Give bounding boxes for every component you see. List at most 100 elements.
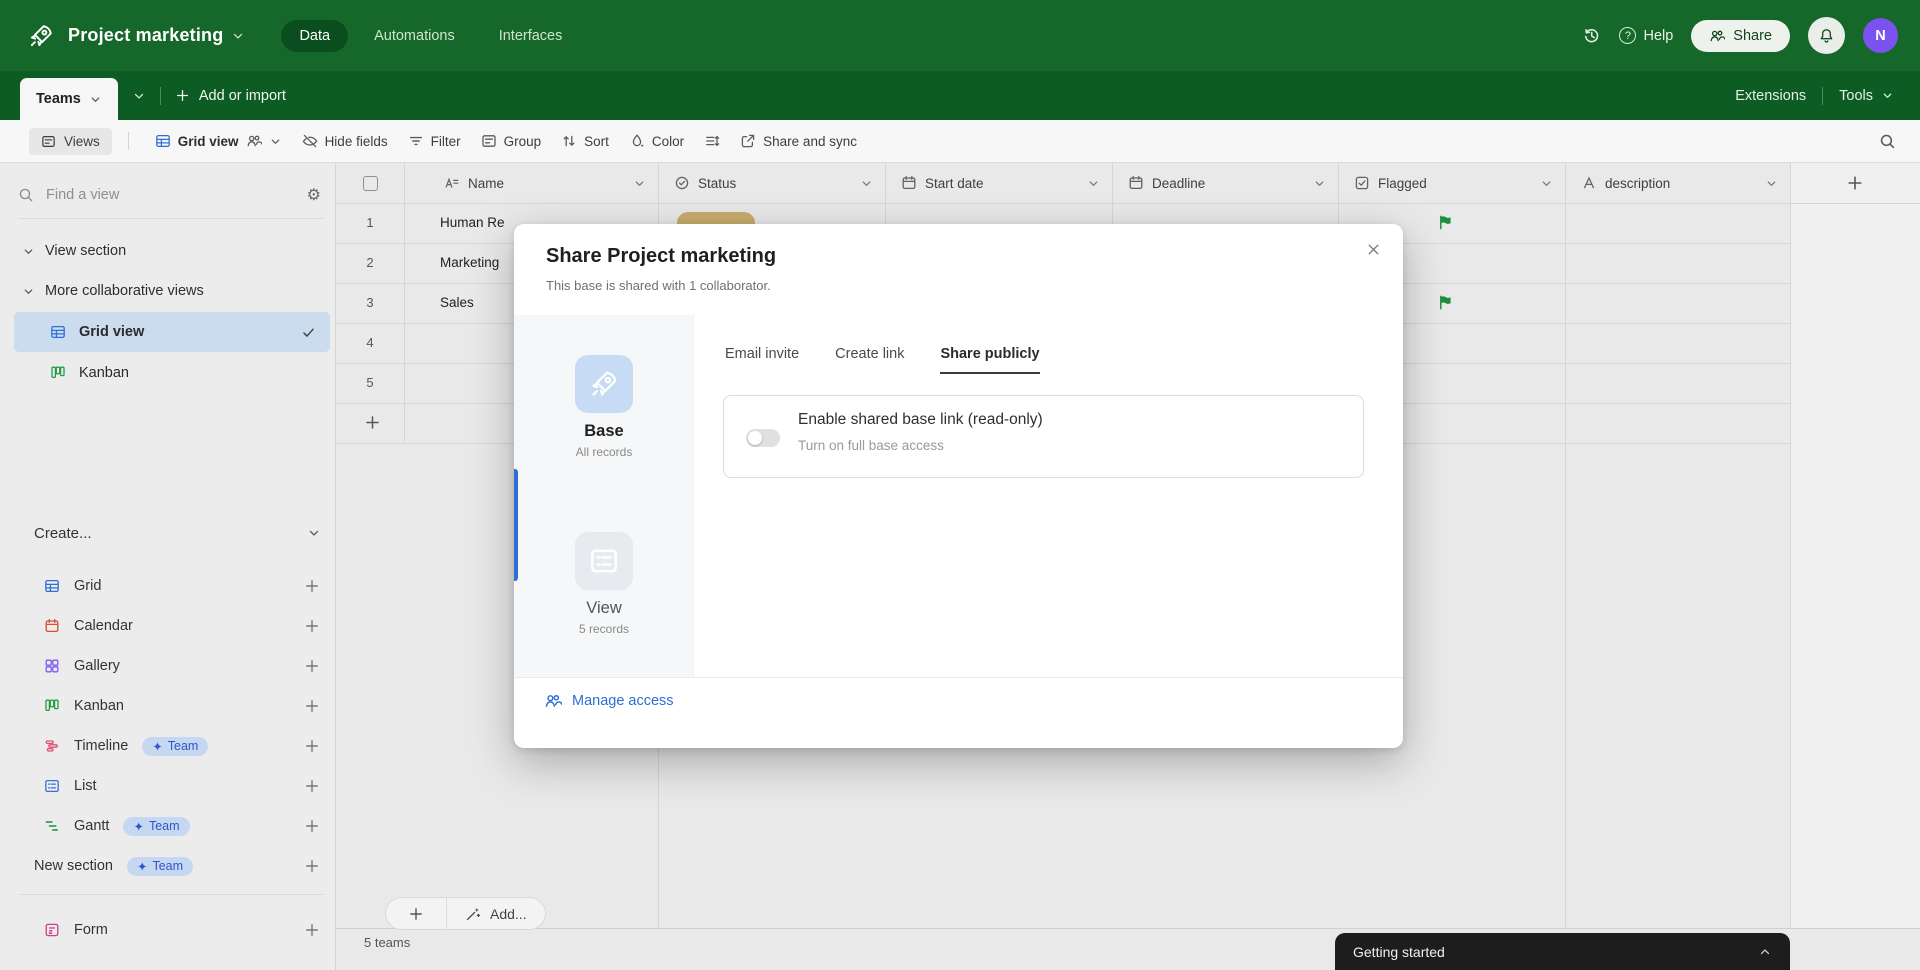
divider [1822, 87, 1823, 105]
chevron-down-icon[interactable] [1765, 177, 1778, 190]
flag-icon-row3[interactable] [1437, 294, 1454, 311]
app-logo-rocket-icon[interactable] [28, 23, 54, 49]
select-all-header[interactable] [336, 163, 404, 203]
date-field-icon [1128, 175, 1144, 191]
views-button[interactable]: Views [29, 128, 112, 155]
cell-name-row2[interactable]: Marketing [440, 243, 499, 283]
column-header-start-date[interactable]: Start date [885, 163, 1112, 203]
tab-data[interactable]: Data [281, 20, 348, 52]
chevron-down-icon[interactable] [1313, 177, 1326, 190]
menu-icon [41, 134, 56, 149]
create-calendar[interactable]: Calendar [14, 606, 330, 646]
column-header-flagged[interactable]: Flagged [1338, 163, 1565, 203]
create-kanban[interactable]: Kanban [14, 686, 330, 726]
user-avatar[interactable]: N [1863, 18, 1898, 53]
create-gantt[interactable]: Gantt ✦Team [14, 806, 330, 846]
search-icon[interactable] [1879, 133, 1896, 150]
sort-button[interactable]: Sort [551, 127, 619, 155]
tab-create-link[interactable]: Create link [835, 346, 904, 374]
sidebar-item-kanban-view[interactable]: Kanban [14, 353, 330, 393]
flag-icon-row1[interactable] [1437, 214, 1454, 231]
date-field-icon [901, 175, 917, 191]
getting-started-bar[interactable]: Getting started [1335, 933, 1790, 970]
section-more-collaborative-views[interactable]: More collaborative views [22, 277, 204, 305]
team-badge: ✦Team [142, 737, 208, 756]
hide-fields-button[interactable]: Hide fields [292, 127, 398, 155]
cell-name-row3[interactable]: Sales [440, 283, 474, 323]
color-button[interactable]: Color [619, 127, 694, 155]
chevron-down-icon[interactable] [1540, 177, 1553, 190]
close-icon[interactable] [1366, 242, 1381, 257]
add-column-button[interactable] [1790, 163, 1920, 203]
scope-view[interactable]: View 5 records [514, 532, 694, 636]
create-section-header[interactable]: Create... [34, 519, 321, 547]
help-button[interactable]: ? Help [1619, 27, 1673, 44]
add-record-more-button[interactable]: Add... [447, 906, 545, 922]
create-gallery[interactable]: Gallery [14, 646, 330, 686]
row-number[interactable]: 2 [336, 243, 404, 283]
add-row-button[interactable] [364, 414, 381, 431]
share-button[interactable]: Share [1691, 20, 1790, 52]
chevron-down-icon[interactable] [860, 177, 873, 190]
chevron-down-icon[interactable] [1087, 177, 1100, 190]
column-header-name[interactable]: Name [404, 163, 658, 203]
row-number[interactable]: 4 [336, 323, 404, 363]
row-number[interactable]: 1 [336, 203, 404, 243]
column-header-status[interactable]: Status [658, 163, 885, 203]
tab-automations[interactable]: Automations [356, 20, 473, 52]
sidebar-item-grid-view[interactable]: Grid view [14, 312, 330, 352]
current-view-button[interactable]: Grid view [145, 127, 292, 155]
scope-base[interactable]: Base All records [514, 355, 694, 459]
section-view-section[interactable]: View section [22, 237, 126, 265]
find-a-view[interactable]: Find a view ⚙ [18, 180, 321, 210]
manage-access-link[interactable]: Manage access [544, 692, 674, 710]
row-number[interactable]: 3 [336, 283, 404, 323]
people-icon [544, 692, 562, 710]
enable-shared-link-toggle[interactable] [746, 429, 780, 447]
cell-name-row1[interactable]: Human Re [440, 203, 505, 243]
notifications-bell-icon[interactable] [1808, 17, 1845, 54]
base-title-chevron-down-icon[interactable] [231, 29, 245, 43]
tab-interfaces[interactable]: Interfaces [481, 20, 581, 52]
plus-icon[interactable] [304, 658, 320, 674]
add-record-plus-button[interactable] [386, 898, 447, 929]
team-badge: ✦Team [127, 857, 193, 876]
tab-email-invite[interactable]: Email invite [725, 346, 799, 374]
plus-icon[interactable] [304, 738, 320, 754]
row-number[interactable]: 5 [336, 363, 404, 403]
column-header-description[interactable]: description [1565, 163, 1790, 203]
add-or-import-button[interactable]: Add or import [175, 88, 286, 104]
row-height-button[interactable] [694, 127, 730, 155]
extensions-button[interactable]: Extensions [1735, 88, 1806, 104]
plus-icon[interactable] [304, 818, 320, 834]
plus-icon [1846, 174, 1864, 192]
tab-share-publicly[interactable]: Share publicly [940, 346, 1039, 374]
filter-button[interactable]: Filter [398, 127, 471, 155]
create-list[interactable]: List [14, 766, 330, 806]
create-grid[interactable]: Grid [14, 566, 330, 606]
create-timeline[interactable]: Timeline ✦Team [14, 726, 330, 766]
tools-button[interactable]: Tools [1839, 88, 1894, 104]
select-all-checkbox[interactable] [363, 176, 378, 191]
plus-icon[interactable] [304, 922, 320, 938]
plus-icon[interactable] [304, 698, 320, 714]
gear-icon[interactable]: ⚙ [307, 185, 321, 205]
chevron-down-icon[interactable] [633, 177, 646, 190]
share-and-sync-button[interactable]: Share and sync [730, 127, 867, 155]
table-list-chevron-down-icon[interactable] [132, 89, 146, 103]
plus-icon[interactable] [304, 618, 320, 634]
table-tab-chevron-down-icon[interactable] [89, 93, 102, 106]
table-tab-teams[interactable]: Teams [20, 78, 118, 120]
create-new-section[interactable]: New section ✦Team [14, 846, 330, 886]
add-record-split-button[interactable]: Add... [385, 897, 546, 930]
grid-view-icon [155, 133, 171, 149]
plus-icon[interactable] [304, 858, 320, 874]
plus-icon[interactable] [304, 778, 320, 794]
plus-icon[interactable] [304, 578, 320, 594]
column-header-deadline[interactable]: Deadline [1112, 163, 1338, 203]
create-form[interactable]: Form [14, 910, 330, 950]
group-button[interactable]: Group [471, 127, 552, 155]
history-icon[interactable] [1582, 26, 1601, 45]
base-title[interactable]: Project marketing [68, 25, 223, 46]
chevron-up-icon[interactable] [1758, 945, 1772, 959]
